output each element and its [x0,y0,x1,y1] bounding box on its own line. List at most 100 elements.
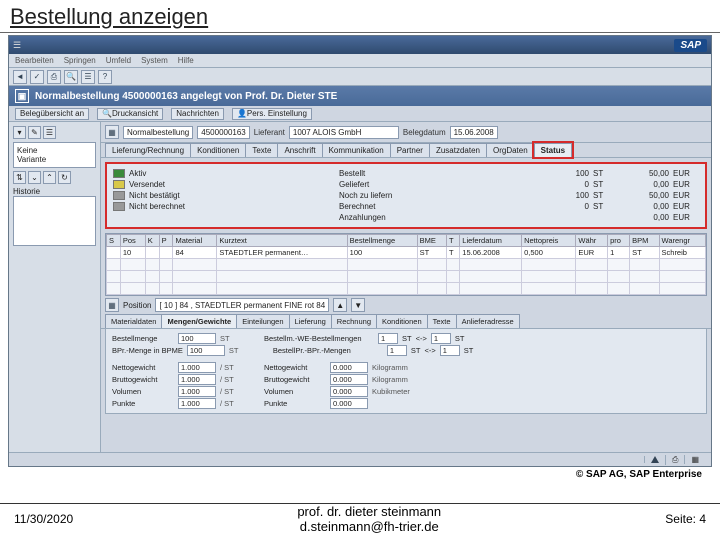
printview-button[interactable]: 🔍 Druckansicht [97,108,163,120]
menu-item[interactable]: Springen [64,56,96,65]
vendor-label: Lieferant [254,128,285,137]
df-fld[interactable]: 0.000 [330,362,368,373]
table-row[interactable] [107,283,706,295]
vendor-field[interactable]: 1007 ALOIS GmbH [289,126,399,139]
menu-item[interactable]: Umfeld [106,56,131,65]
order-type[interactable]: Normalbestellung [123,126,193,139]
df-fld[interactable]: 100 [187,345,225,356]
tab-communication[interactable]: Kommunikation [322,143,391,157]
menu-item[interactable]: System [141,56,168,65]
docdate-field[interactable]: 15.06.2008 [450,126,498,139]
pos-up-icon[interactable]: ▲ [333,298,347,312]
df-fld[interactable]: 1.000 [178,386,216,397]
menu-item[interactable]: Hilfe [178,56,194,65]
col-t[interactable]: T [447,235,460,247]
lp-btn[interactable]: ✎ [28,126,41,139]
tb-find-icon[interactable]: 🔍 [64,70,78,84]
col-material[interactable]: Material [173,235,217,247]
lp-btn[interactable]: ↻ [58,171,71,184]
pos-select[interactable]: [ 10 ] 84 , STAEDTLER permanent FINE rot… [155,298,329,312]
df-fld[interactable]: 0.000 [330,398,368,409]
dtab-qty[interactable]: Mengen/Gewichte [161,314,237,328]
df-fld[interactable]: 0.000 [330,374,368,385]
tab-partner[interactable]: Partner [390,143,430,157]
doc-header: ▣ Normalbestellung 4500000163 angelegt v… [9,86,711,106]
dtab-invoice[interactable]: Rechnung [331,314,377,328]
order-no[interactable]: 4500000163 [197,126,250,139]
df-fld[interactable]: 1.000 [178,362,216,373]
status-sub: Berechnet [339,202,549,211]
slide-footer: 11/30/2020 prof. dr. dieter steinmann d.… [0,503,720,534]
col-bme[interactable]: BME [417,235,446,247]
col-price[interactable]: Nettopreis [522,235,576,247]
menu-item[interactable]: Bearbeiten [15,56,54,65]
status-unit: ST [589,191,619,200]
tb-btn[interactable]: ? [98,70,112,84]
tab-address[interactable]: Anschrift [277,143,322,157]
df-fld[interactable]: 1.000 [178,374,216,385]
lp-btn[interactable]: ⌄ [28,171,41,184]
status-amt: 50,00 [619,169,669,178]
col-cur[interactable]: Währ [576,235,608,247]
docdate-label: Belegdatum [403,128,446,137]
lp-dropdown-icon[interactable]: ▾ [13,126,26,139]
table-row[interactable] [107,271,706,283]
dtab-sched[interactable]: Einteilungen [236,314,289,328]
col-per[interactable]: pro [608,235,630,247]
items-grid[interactable]: S Pos K P Material Kurztext Bestellmenge… [105,233,707,296]
dtab-texts[interactable]: Texte [427,314,457,328]
col-grp[interactable]: Warengr [659,235,705,247]
sap-window: ☰ SAP Bearbeiten Springen Umfeld System … [8,35,712,467]
messages-button[interactable]: Nachrichten [171,108,224,120]
df-fld[interactable]: 1 [387,345,407,356]
tab-status[interactable]: Status [534,143,572,157]
tab-delivery[interactable]: Lieferung/Rechnung [105,143,191,157]
df-fld[interactable]: 0.000 [330,386,368,397]
df-fld[interactable]: 1.000 [178,398,216,409]
tab-texts[interactable]: Texte [245,143,278,157]
status-lbl: Nicht berechnet [129,202,339,211]
df-u: ST [402,334,412,343]
lp-btn[interactable]: ⌃ [43,171,56,184]
table-row[interactable] [107,259,706,271]
dtab-cond[interactable]: Konditionen [376,314,428,328]
df-u: / ST [220,363,260,372]
col-bpm[interactable]: BPM [630,235,659,247]
df-fld[interactable]: 100 [178,333,216,344]
tab-conditions[interactable]: Konditionen [190,143,246,157]
status-sub: Anzahlungen [339,213,549,222]
df-fld[interactable]: 1 [431,333,451,344]
col-text[interactable]: Kurztext [217,235,347,247]
status-cur: EUR [669,180,699,189]
lp-btn[interactable]: ⇅ [13,171,26,184]
tb-save-icon[interactable]: ✓ [30,70,44,84]
header-toggle-icon[interactable]: ▦ [105,125,119,139]
status-sub: Noch zu liefern [339,191,549,200]
variant-box: Keine Variante [13,142,96,168]
status-cur: EUR [669,213,699,222]
df-u: / ST [220,387,260,396]
df-fld[interactable]: 1 [378,333,398,344]
col-s[interactable]: S [107,235,121,247]
df-u: Kilogramm [372,363,412,372]
tb-print-icon[interactable]: ⎙ [47,70,61,84]
col-pos[interactable]: Pos [120,235,145,247]
df-fld[interactable]: 1 [440,345,460,356]
dtab-material[interactable]: Materialdaten [105,314,162,328]
dtab-delivery[interactable]: Lieferung [289,314,332,328]
col-k[interactable]: K [145,235,159,247]
col-date[interactable]: Lieferdatum [460,235,522,247]
overview-button[interactable]: Belegübersicht an [15,108,89,120]
col-p[interactable]: P [159,235,173,247]
table-row[interactable]: 10 84STAEDTLER permanent… 100ST T15.06.2… [107,247,706,259]
tab-extra[interactable]: Zusatzdaten [429,143,487,157]
pos-down-icon[interactable]: ▼ [351,298,365,312]
col-qty[interactable]: Bestellmenge [347,235,417,247]
pos-toggle-icon[interactable]: ▦ [105,298,119,312]
personal-button[interactable]: 👤 Pers. Einstellung [232,108,312,120]
tab-orgdata[interactable]: OrgDaten [486,143,535,157]
dtab-addr[interactable]: Anlieferadresse [456,314,520,328]
tb-btn[interactable]: ☰ [81,70,95,84]
tb-back-icon[interactable]: ◄ [13,70,27,84]
lp-btn[interactable]: ☰ [43,126,56,139]
